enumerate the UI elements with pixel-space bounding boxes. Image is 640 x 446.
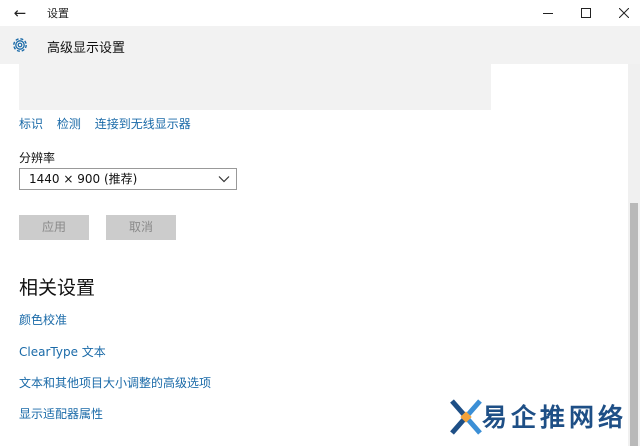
color-calibration-link[interactable]: 颜色校准	[19, 311, 67, 328]
page-title: 高级显示设置	[47, 41, 126, 56]
resolution-value: 1440 × 900 (推荐)	[29, 172, 138, 186]
related-settings-title: 相关设置	[19, 277, 96, 299]
cancel-button[interactable]: 取消	[106, 215, 176, 240]
resolution-dropdown[interactable]: 1440 × 900 (推荐)	[19, 168, 237, 190]
title-bar: ← 设置	[0, 0, 640, 26]
chevron-down-icon	[218, 176, 230, 183]
display-adapter-properties-link[interactable]: 显示适配器属性	[19, 405, 103, 422]
close-button[interactable]	[604, 0, 640, 26]
close-icon	[619, 8, 629, 18]
display-links: 标识 检测 连接到无线显示器	[19, 115, 201, 132]
back-arrow-icon[interactable]: ←	[10, 3, 30, 23]
watermark-text: 易企推网络	[482, 403, 628, 432]
minimize-button[interactable]	[528, 0, 568, 26]
detect-link[interactable]: 检测	[57, 117, 81, 131]
maximize-icon	[581, 8, 591, 18]
apply-button[interactable]: 应用	[19, 215, 89, 240]
settings-content: 标识 检测 连接到无线显示器 分辨率 1440 × 900 (推荐) 应用 取消…	[0, 64, 628, 446]
advanced-sizing-link[interactable]: 文本和其他项目大小调整的高级选项	[19, 374, 211, 391]
identify-link[interactable]: 标识	[19, 117, 43, 131]
resolution-label: 分辨率	[19, 151, 56, 165]
minimize-icon	[543, 13, 553, 14]
display-preview	[19, 64, 491, 110]
gear-icon	[13, 38, 27, 52]
maximize-button[interactable]	[566, 0, 606, 26]
window-title: 设置	[47, 7, 69, 20]
page-header: 高级显示设置	[0, 26, 640, 64]
connect-wireless-display-link[interactable]: 连接到无线显示器	[95, 117, 191, 131]
cleartype-text-link[interactable]: ClearType 文本	[19, 343, 106, 360]
